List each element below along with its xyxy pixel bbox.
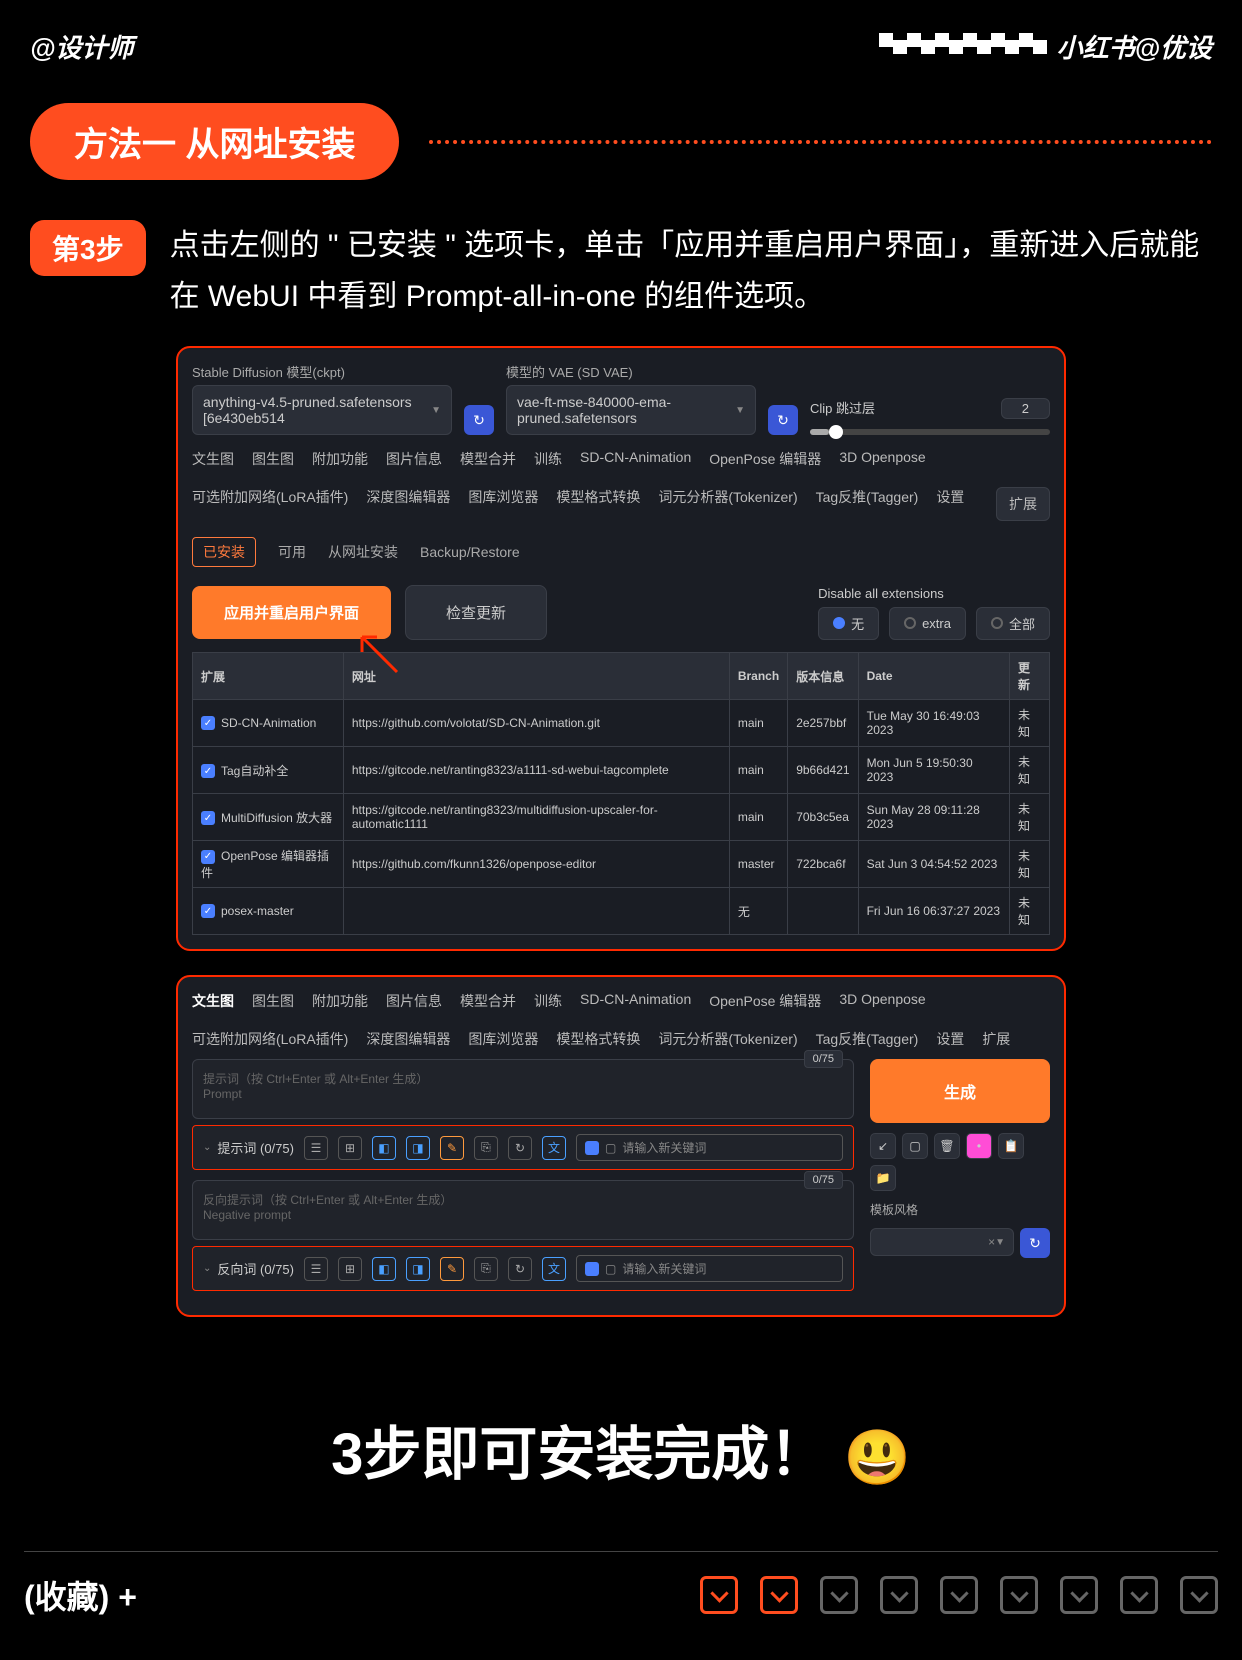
chevron-down-icon[interactable]: ⌄ bbox=[203, 1263, 211, 1274]
disable-ext-label: Disable all extensions bbox=[818, 586, 1050, 601]
divider-dots bbox=[429, 140, 1212, 144]
tool-icon[interactable]: ⎘ bbox=[474, 1136, 498, 1160]
download-icon[interactable] bbox=[1000, 1576, 1038, 1614]
tool-icon[interactable]: ▢ bbox=[902, 1133, 928, 1159]
step-badge: 第3步 bbox=[30, 220, 146, 276]
tool-icon[interactable]: ↙ bbox=[870, 1133, 896, 1159]
table-row: ✓posex-master无Fri Jun 16 06:37:27 2023未知 bbox=[193, 888, 1050, 935]
step-text: 点击左侧的 " 已安装 " 选项卡，单击「应用并重启用户界面」，重新进入后就能在… bbox=[170, 220, 1212, 322]
tool-icon[interactable]: ◨ bbox=[406, 1136, 430, 1160]
table-row: ✓SD-CN-Animationhttps://github.com/volot… bbox=[193, 700, 1050, 747]
tool-icon[interactable]: ◧ bbox=[372, 1257, 396, 1281]
screenshot-panel-1: Stable Diffusion 模型(ckpt) anything-v4.5-… bbox=[176, 346, 1066, 951]
refresh-icon[interactable]: ↻ bbox=[1020, 1228, 1050, 1258]
completion-heading: 3步即可安装完成！ 😃 bbox=[0, 1407, 1242, 1491]
table-row: ✓OpenPose 编辑器插件https://github.com/fkunn1… bbox=[193, 841, 1050, 888]
style-select[interactable]: × ▼ bbox=[870, 1228, 1014, 1256]
download-icon[interactable] bbox=[1120, 1576, 1158, 1614]
main-tabs-2: 文生图图生图附加功能图片信息模型合并训练SD-CN-AnimationOpenP… bbox=[192, 991, 1050, 1049]
clip-label: Clip 跳过层 bbox=[810, 398, 875, 419]
keyword-input[interactable]: ▢请输入新关键词 bbox=[576, 1134, 843, 1161]
tool-icon[interactable]: ☰ bbox=[304, 1136, 328, 1160]
refresh-icon[interactable]: ↻ bbox=[768, 405, 798, 435]
generate-button[interactable]: 生成 bbox=[870, 1059, 1050, 1123]
radio-extra[interactable]: extra bbox=[889, 607, 966, 640]
tool-icon[interactable]: ◧ bbox=[372, 1136, 396, 1160]
tool-icon[interactable]: ⊞ bbox=[338, 1136, 362, 1160]
header-left: @设计师 bbox=[30, 28, 133, 65]
neg-prompt-textarea[interactable]: 0/75 反向提示词（按 Ctrl+Enter 或 Alt+Enter 生成） … bbox=[192, 1180, 854, 1240]
tool-icon[interactable]: 📋 bbox=[998, 1133, 1024, 1159]
tool-icon[interactable]: 文 bbox=[542, 1257, 566, 1281]
table-row: ✓Tag自动补全https://gitcode.net/ranting8323/… bbox=[193, 747, 1050, 794]
keyword-input[interactable]: ▢请输入新关键词 bbox=[576, 1255, 843, 1282]
tool-icon[interactable]: ✎ bbox=[440, 1257, 464, 1281]
subtab-available[interactable]: 可用 bbox=[278, 542, 306, 562]
screenshot-panel-2: 文生图图生图附加功能图片信息模型合并训练SD-CN-AnimationOpenP… bbox=[176, 975, 1066, 1317]
tool-icon[interactable]: ⊞ bbox=[338, 1257, 362, 1281]
main-tabs: 文生图图生图附加功能图片信息模型合并训练SD-CN-AnimationOpenP… bbox=[192, 449, 1050, 521]
ckpt-label: Stable Diffusion 模型(ckpt) bbox=[192, 362, 452, 381]
subtab-installed[interactable]: 已安装 bbox=[192, 537, 256, 567]
radio-none[interactable]: 无 bbox=[818, 607, 879, 640]
ckpt-select[interactable]: anything-v4.5-pruned.safetensors [6e430e… bbox=[192, 385, 452, 435]
download-icon[interactable] bbox=[880, 1576, 918, 1614]
checkbox-icon[interactable] bbox=[585, 1141, 599, 1155]
extensions-table: 扩展网址Branch版本信息Date更新 ✓SD-CN-Animationhtt… bbox=[192, 652, 1050, 935]
check-update-button[interactable]: 检查更新 bbox=[405, 585, 547, 640]
tool-icon[interactable]: ☰ bbox=[304, 1257, 328, 1281]
checkbox-icon[interactable]: ✓ bbox=[201, 811, 215, 825]
chevron-down-icon[interactable]: ⌄ bbox=[203, 1142, 211, 1153]
clip-slider[interactable] bbox=[810, 429, 1050, 435]
vae-select[interactable]: vae-ft-mse-840000-ema-pruned.safetensors… bbox=[506, 385, 756, 435]
tool-icon[interactable]: ✎ bbox=[440, 1136, 464, 1160]
download-icon[interactable] bbox=[760, 1576, 798, 1614]
download-icon[interactable] bbox=[940, 1576, 978, 1614]
style-label: 模板风格 bbox=[870, 1201, 1050, 1218]
tab-extensions[interactable]: 扩展 bbox=[996, 487, 1050, 521]
checkbox-icon[interactable]: ✓ bbox=[201, 764, 215, 778]
token-counter: 0/75 bbox=[804, 1171, 843, 1189]
checkbox-icon[interactable]: ✓ bbox=[201, 904, 215, 918]
subtab-from-url[interactable]: 从网址安装 bbox=[328, 542, 398, 562]
checkbox-icon[interactable] bbox=[585, 1262, 599, 1276]
token-counter: 0/75 bbox=[804, 1050, 843, 1068]
header-right: 小红书@优设 bbox=[879, 28, 1212, 65]
download-icon[interactable] bbox=[820, 1576, 858, 1614]
vae-label: 模型的 VAE (SD VAE) bbox=[506, 362, 756, 381]
tool-icon[interactable]: ↻ bbox=[508, 1257, 532, 1281]
prompt-toolbar: ⌄提示词 (0/75) ☰⊞ ◧◨ ✎ ⎘↻ 文 ▢请输入新关键词 bbox=[192, 1125, 854, 1170]
checkbox-icon[interactable]: ✓ bbox=[201, 716, 215, 730]
download-icon[interactable] bbox=[1180, 1576, 1218, 1614]
tool-icon[interactable]: ⎘ bbox=[474, 1257, 498, 1281]
download-icons bbox=[700, 1576, 1218, 1614]
checker-pattern bbox=[879, 40, 1047, 54]
checkbox-icon[interactable]: ✓ bbox=[201, 850, 215, 864]
refresh-icon[interactable]: ↻ bbox=[464, 405, 494, 435]
tool-icon[interactable]: • bbox=[966, 1133, 992, 1159]
tool-icon[interactable]: ◨ bbox=[406, 1257, 430, 1281]
tool-icon[interactable]: 📁 bbox=[870, 1165, 896, 1191]
favorite-label: (收藏) + bbox=[24, 1572, 137, 1618]
prompt-textarea[interactable]: 0/75 提示词（按 Ctrl+Enter 或 Alt+Enter 生成） Pr… bbox=[192, 1059, 854, 1119]
radio-all[interactable]: 全部 bbox=[976, 607, 1050, 640]
clip-value[interactable]: 2 bbox=[1001, 398, 1050, 419]
neg-prompt-toolbar: ⌄反向词 (0/75) ☰⊞ ◧◨ ✎ ⎘↻ 文 ▢请输入新关键词 bbox=[192, 1246, 854, 1291]
tool-icon[interactable]: 文 bbox=[542, 1136, 566, 1160]
method-pill: 方法一 从网址安装 bbox=[30, 103, 399, 180]
tool-icon[interactable]: ↻ bbox=[508, 1136, 532, 1160]
download-icon[interactable] bbox=[1060, 1576, 1098, 1614]
smile-emoji-icon: 😃 bbox=[844, 1428, 911, 1488]
table-row: ✓MultiDiffusion 放大器https://gitcode.net/r… bbox=[193, 794, 1050, 841]
tool-icon[interactable]: 🗑 bbox=[934, 1133, 960, 1159]
apply-restart-button[interactable]: 应用并重启用户界面 bbox=[192, 586, 391, 639]
subtab-backup[interactable]: Backup/Restore bbox=[420, 544, 520, 560]
download-icon[interactable] bbox=[700, 1576, 738, 1614]
